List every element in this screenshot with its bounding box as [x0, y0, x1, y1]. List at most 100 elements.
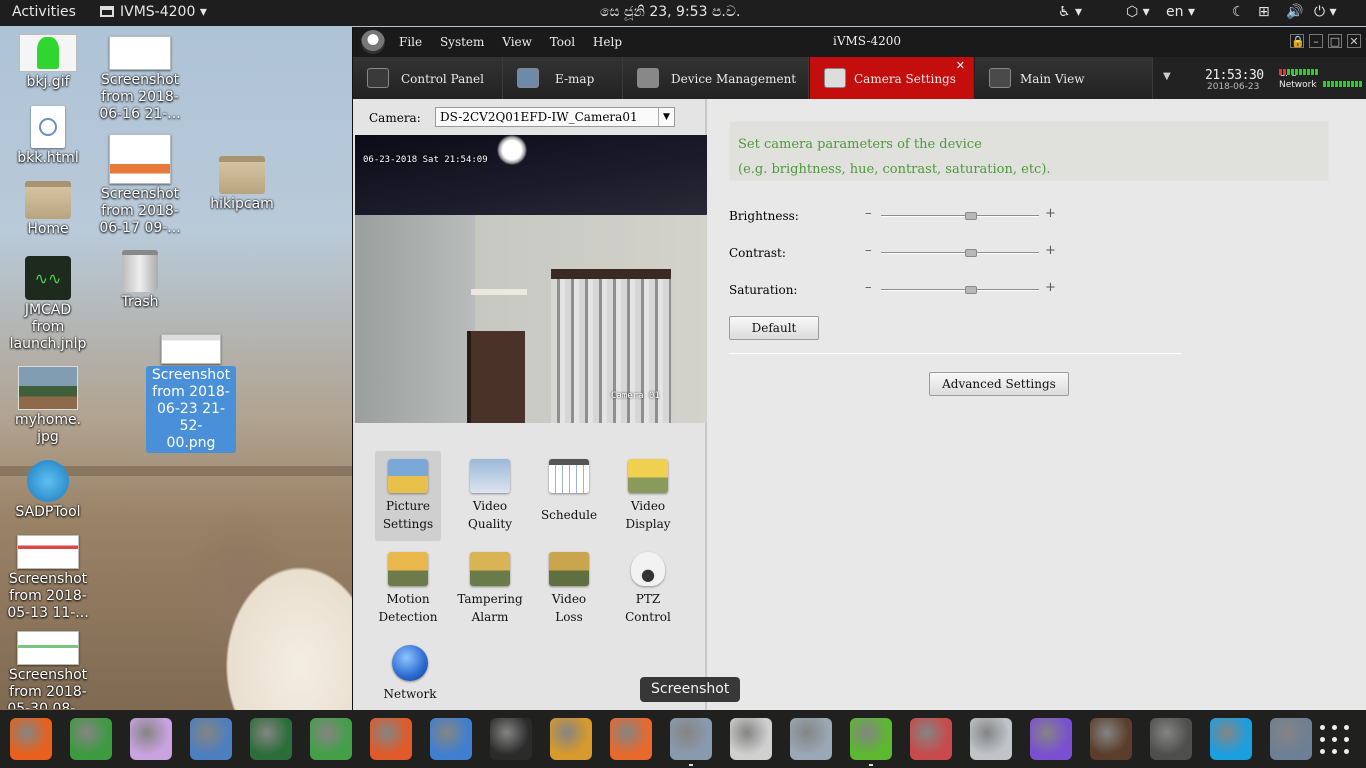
tab-label: Camera Settings: [854, 72, 956, 86]
sadptool-icon: [27, 460, 69, 502]
video-scene: [471, 289, 527, 295]
default-button[interactable]: Default: [729, 316, 819, 340]
function-picture-settings[interactable]: Picture Settings: [375, 451, 441, 541]
settings-tool-icon[interactable]: [550, 718, 592, 760]
function-video-quality[interactable]: Video Quality: [457, 451, 523, 533]
app-menu[interactable]: IVMS-4200 ▾: [100, 4, 207, 20]
function-video-display[interactable]: Video Display: [615, 451, 681, 533]
night-light-icon[interactable]: ☾: [1232, 4, 1245, 20]
function-video-loss[interactable]: Video Loss: [536, 544, 602, 626]
picture-settings-icon: [388, 459, 428, 493]
spreadsheet-icon[interactable]: [310, 718, 352, 760]
presentation-icon[interactable]: [370, 718, 412, 760]
function-label: PTZ Control: [625, 592, 671, 624]
user-photo-icon[interactable]: [1270, 718, 1312, 760]
menu-system[interactable]: System: [440, 35, 484, 49]
desktop-icon-label: Screenshot from 2018- 05-30 08-...: [7, 667, 89, 709]
settings-pane: Set camera parameters of the device (e.g…: [709, 99, 1366, 710]
contrast-slider[interactable]: [881, 252, 1039, 254]
video-editor-icon[interactable]: [910, 718, 952, 760]
desktop-icon-sadptool[interactable]: SADPTool: [3, 460, 93, 521]
desktop-icon-screenshot-0513[interactable]: Screenshot from 2018- 05-13 11-...: [3, 535, 93, 622]
window-controls: 🔒 – □ ✕: [1285, 34, 1361, 48]
shutter-icon[interactable]: [130, 718, 172, 760]
contacts-icon[interactable]: [970, 718, 1012, 760]
desktop-icon-screenshot-0530[interactable]: Screenshot from 2018- 05-30 08-...: [3, 631, 93, 709]
maximize-button[interactable]: □: [1328, 34, 1342, 48]
contrast-decrease-button[interactable]: –: [865, 243, 872, 258]
file-manager-icon[interactable]: [190, 718, 232, 760]
camera-select[interactable]: DS-2CV2Q01EFD-IW_Camera01 ▼: [435, 107, 675, 127]
desktop-icon-screenshot-0616[interactable]: Screenshot from 2018- 06-16 21-...: [95, 36, 185, 123]
function-network[interactable]: Network: [377, 637, 443, 703]
scanner-icon[interactable]: [730, 718, 772, 760]
saturation-increase-button[interactable]: +: [1045, 280, 1056, 295]
contrast-slider-row: Contrast: – +: [729, 243, 1059, 263]
device-management-icon: [637, 68, 659, 88]
software-center-icon[interactable]: [610, 718, 652, 760]
system-tools-icon[interactable]: [790, 718, 832, 760]
skype-icon[interactable]: [1210, 718, 1252, 760]
close-button[interactable]: ✕: [1347, 34, 1361, 48]
desktop-icon-bkj-gif[interactable]: bkj.gif: [3, 34, 93, 91]
language-selector[interactable]: en ▾: [1166, 4, 1195, 20]
function-ptz-control[interactable]: PTZ Control: [615, 544, 681, 626]
camera-app-icon[interactable]: [1150, 718, 1192, 760]
function-tampering-alarm[interactable]: Tampering Alarm: [457, 544, 523, 626]
menu-view[interactable]: View: [502, 35, 532, 49]
saturation-slider-thumb[interactable]: [965, 286, 978, 294]
brightness-increase-button[interactable]: +: [1045, 206, 1056, 221]
advanced-settings-button[interactable]: Advanced Settings: [929, 372, 1069, 396]
document-icon[interactable]: [430, 718, 472, 760]
desktop-icon-trash[interactable]: Trash: [95, 250, 185, 311]
kali-icon[interactable]: [250, 718, 292, 760]
menu-file[interactable]: File: [399, 35, 422, 49]
tab-control-panel[interactable]: Control Panel: [353, 57, 503, 99]
seal-app-icon[interactable]: [1090, 718, 1132, 760]
screenshot-tool-icon[interactable]: [670, 718, 712, 766]
accessibility-icon[interactable]: ♿ ▾: [1058, 4, 1082, 20]
brightness-slider[interactable]: [881, 215, 1039, 217]
function-label: Video Quality: [468, 499, 512, 531]
tab-overflow-dropdown[interactable]: ▼: [1163, 71, 1171, 82]
live-video-preview[interactable]: 06-23-2018 Sat 21:54:09 Camera 01: [355, 135, 707, 423]
network-status-icon[interactable]: ⊞: [1258, 4, 1270, 20]
ivms-icon[interactable]: [850, 718, 892, 766]
minimize-button[interactable]: –: [1309, 34, 1323, 48]
menu-help[interactable]: Help: [593, 35, 622, 49]
menu-tool[interactable]: Tool: [550, 35, 575, 49]
brightness-slider-thumb[interactable]: [965, 212, 978, 220]
brightness-decrease-button[interactable]: –: [865, 206, 872, 221]
saturation-decrease-button[interactable]: –: [865, 280, 872, 295]
chrome-icon[interactable]: [70, 718, 112, 760]
desktop-icon-label: Home: [27, 221, 69, 237]
show-applications-icon[interactable]: [1320, 725, 1350, 755]
volume-icon[interactable]: 🔊: [1286, 4, 1303, 20]
desktop-icon-home[interactable]: Home: [3, 181, 93, 238]
tab-camera-settings[interactable]: Camera Settings ✕: [810, 57, 974, 99]
desktop-icon-screenshot-0623[interactable]: Screenshot from 2018- 06-23 21-52- 00.pn…: [146, 334, 236, 453]
desktop-icon-jmcad[interactable]: ∿∿ JMCAD from launch.jnlp: [3, 256, 93, 353]
desktop-icon-myhome-jpg[interactable]: myhome. jpg: [3, 366, 93, 446]
tab-device-management[interactable]: Device Management: [623, 57, 809, 99]
clock[interactable]: සෙ ජූනි 23, 9:53 ප.ව.: [600, 4, 740, 20]
saturation-slider[interactable]: [881, 289, 1039, 291]
contrast-increase-button[interactable]: +: [1045, 243, 1056, 258]
function-motion-detection[interactable]: Motion Detection: [375, 544, 441, 626]
tab-e-map[interactable]: E-map: [503, 57, 623, 99]
function-schedule[interactable]: Schedule: [536, 451, 602, 524]
tab-main-view[interactable]: Main View: [975, 57, 1153, 99]
dropbox-icon[interactable]: ⬡ ▾: [1126, 4, 1150, 20]
firefox-icon[interactable]: [10, 718, 52, 760]
contrast-slider-thumb[interactable]: [965, 249, 978, 257]
desktop-icon-bkk-html[interactable]: bkk.html: [3, 106, 93, 167]
terminal-icon[interactable]: [490, 718, 532, 760]
lock-icon[interactable]: 🔒: [1290, 34, 1305, 48]
close-tab-icon[interactable]: ✕: [956, 59, 965, 72]
desktop-icon-screenshot-0617[interactable]: Screenshot from 2018- 06-17 09-...: [95, 134, 185, 237]
desktop-icon-label: hikipcam: [210, 196, 274, 212]
desktop-icon-hikipcam[interactable]: hikipcam: [197, 156, 287, 213]
activities-button[interactable]: Activities: [12, 4, 76, 20]
power-icon[interactable]: ⏻ ▾: [1314, 4, 1337, 20]
viber-icon[interactable]: [1030, 718, 1072, 760]
